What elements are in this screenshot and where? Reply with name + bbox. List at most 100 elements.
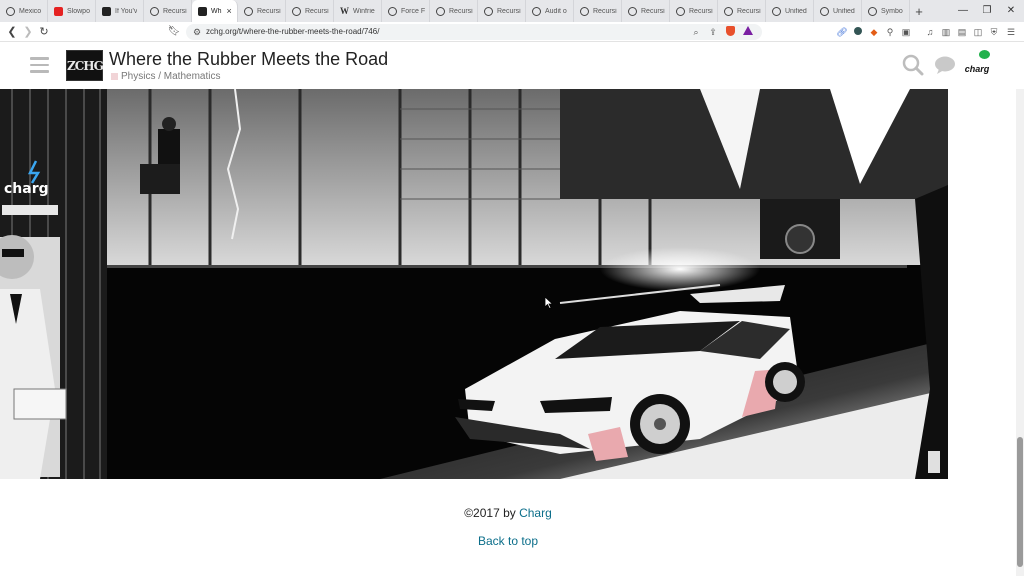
discourse-icon: [388, 6, 397, 16]
bookmark-icon[interactable]: 🔖︎: [166, 24, 182, 40]
media-icon[interactable]: ♫: [924, 26, 936, 38]
browser-tab[interactable]: Unified: [814, 0, 862, 22]
back-to-top-link[interactable]: Back to top: [0, 534, 1016, 548]
author-link[interactable]: Charg: [519, 506, 552, 520]
browser-tab[interactable]: Mexico: [0, 0, 48, 22]
sidebar-icon[interactable]: ▥: [940, 26, 952, 38]
hero-image-art: charg: [0, 89, 948, 479]
extension-box-icon[interactable]: ▣: [900, 26, 912, 38]
tab-label: Recursi: [689, 7, 713, 15]
restore-icon[interactable]: ❐: [974, 0, 1000, 22]
discourse-icon: [244, 6, 253, 16]
openai-icon: [724, 6, 733, 16]
metamask-icon[interactable]: ◆: [868, 26, 880, 38]
wallet-alt-icon[interactable]: ◫: [972, 26, 984, 38]
discourse-icon: [484, 6, 493, 16]
discourse-icon: [580, 6, 589, 16]
discourse-icon: [436, 6, 445, 16]
topic-hero-image: charg: [0, 89, 948, 479]
browser-tab[interactable]: Recursi: [238, 0, 286, 22]
back-icon[interactable]: ❮: [4, 24, 20, 40]
browser-tab[interactable]: Recursi: [574, 0, 622, 22]
category-color-square: [111, 73, 118, 80]
browser-tab[interactable]: Recursi: [478, 0, 526, 22]
youtube-icon: [54, 6, 63, 16]
browser-tab[interactable]: Recursi: [718, 0, 766, 22]
discourse-icon: [676, 6, 685, 16]
topic-title[interactable]: Where the Rubber Meets the Road: [109, 49, 388, 70]
page-icon: [102, 6, 111, 16]
site-info-icon[interactable]: ⚙: [191, 26, 203, 38]
reload-icon[interactable]: ↻: [36, 24, 52, 40]
share-icon[interactable]: ⇪: [707, 26, 719, 38]
copyright-prefix: ©2017 by: [464, 506, 520, 520]
browser-tab[interactable]: Recursi: [430, 0, 478, 22]
mouse-cursor-icon: [545, 297, 553, 309]
url-text[interactable]: zchg.org/t/where-the-rubber-meets-the-ro…: [206, 27, 379, 36]
tab-label: Force F: [401, 7, 425, 15]
hero-watermark-text: charg: [4, 181, 49, 197]
discourse-icon: [628, 6, 637, 16]
tab-label: Symbo: [881, 7, 903, 15]
discourse-icon: [532, 6, 541, 16]
tab-label: Recursi: [449, 7, 473, 15]
discourse-icon: [292, 6, 301, 16]
chat-icon[interactable]: [934, 55, 956, 75]
tab-label: Winfrie: [353, 7, 375, 15]
openai-icon: [820, 6, 829, 16]
browser-tab[interactable]: W Winfrie: [334, 0, 382, 22]
browser-tab[interactable]: Unified: [766, 0, 814, 22]
brave-shield-icon[interactable]: [724, 26, 736, 38]
avatar-text: charg: [964, 64, 990, 74]
browser-window: Mexico Slowpo If You'v Recursi Wh × Recursi Rec…: [0, 0, 1024, 576]
tab-label: Recursi: [497, 7, 521, 15]
menu-icon[interactable]: ☰: [1005, 26, 1017, 38]
browser-tab[interactable]: Recursi: [670, 0, 718, 22]
tab-close-icon[interactable]: ×: [227, 6, 232, 16]
browser-toolbar: ❮ ❯ ↻ 🔖︎ ⚙ zchg.org/t/where-the-rubber-m…: [0, 22, 1024, 42]
close-window-icon[interactable]: ✕: [998, 0, 1024, 22]
new-tab-button[interactable]: +: [910, 4, 928, 19]
scrollbar-thumb[interactable]: [1017, 437, 1023, 567]
site-header: ZCHG Where the Rubber Meets the Road Phy…: [0, 43, 1024, 89]
notification-badge-icon: [978, 49, 991, 60]
tab-label: Recursi: [641, 7, 665, 15]
openai-icon: [868, 6, 877, 16]
puzzle-icon[interactable]: ⚲: [884, 26, 896, 38]
tab-label: Recursi: [305, 7, 329, 15]
tab-label: Recursi: [593, 7, 617, 15]
wikipedia-icon: W: [340, 5, 349, 16]
tab-label: If You'v: [115, 7, 138, 15]
browser-tab[interactable]: Recursi: [286, 0, 334, 22]
zchg-icon: [198, 6, 207, 16]
address-bar[interactable]: ⚙ zchg.org/t/where-the-rubber-meets-the-…: [186, 24, 762, 40]
browser-tab[interactable]: Wh ×: [192, 0, 238, 22]
forward-icon[interactable]: ❯: [20, 24, 36, 40]
browser-tab[interactable]: Audit o: [526, 0, 574, 22]
browser-tab[interactable]: If You'v: [96, 0, 144, 22]
browser-tab[interactable]: Force F: [382, 0, 430, 22]
link-extension-icon[interactable]: 🔗︎: [836, 26, 848, 38]
browser-tab[interactable]: Recursi: [622, 0, 670, 22]
browser-tab[interactable]: Slowpo: [48, 0, 96, 22]
vpn-icon[interactable]: ⛨: [988, 26, 1000, 38]
circle-icon: [6, 6, 15, 16]
brave-rewards-icon[interactable]: [742, 26, 754, 38]
tab-label: Mexico: [19, 7, 42, 15]
hamburger-menu-icon[interactable]: [30, 57, 49, 73]
browser-tab[interactable]: Symbo: [862, 0, 910, 22]
user-avatar[interactable]: charg: [962, 49, 992, 83]
tab-label: Recursi: [257, 7, 281, 15]
zoom-icon[interactable]: ⌕: [690, 26, 702, 38]
copyright-text: ©2017 by Charg: [0, 506, 1016, 520]
search-icon[interactable]: [902, 54, 924, 76]
site-logo[interactable]: ZCHG: [66, 50, 104, 81]
wallet-icon[interactable]: ▤: [956, 26, 968, 38]
category-badge[interactable]: Physics / Mathematics: [111, 71, 220, 82]
browser-tab[interactable]: Recursi: [144, 0, 192, 22]
tab-label: Unified: [833, 7, 855, 15]
extension-circle-icon[interactable]: [852, 26, 864, 38]
minimize-icon[interactable]: —: [950, 0, 976, 22]
tab-label: Unified: [785, 7, 807, 15]
discourse-icon: [150, 6, 159, 16]
